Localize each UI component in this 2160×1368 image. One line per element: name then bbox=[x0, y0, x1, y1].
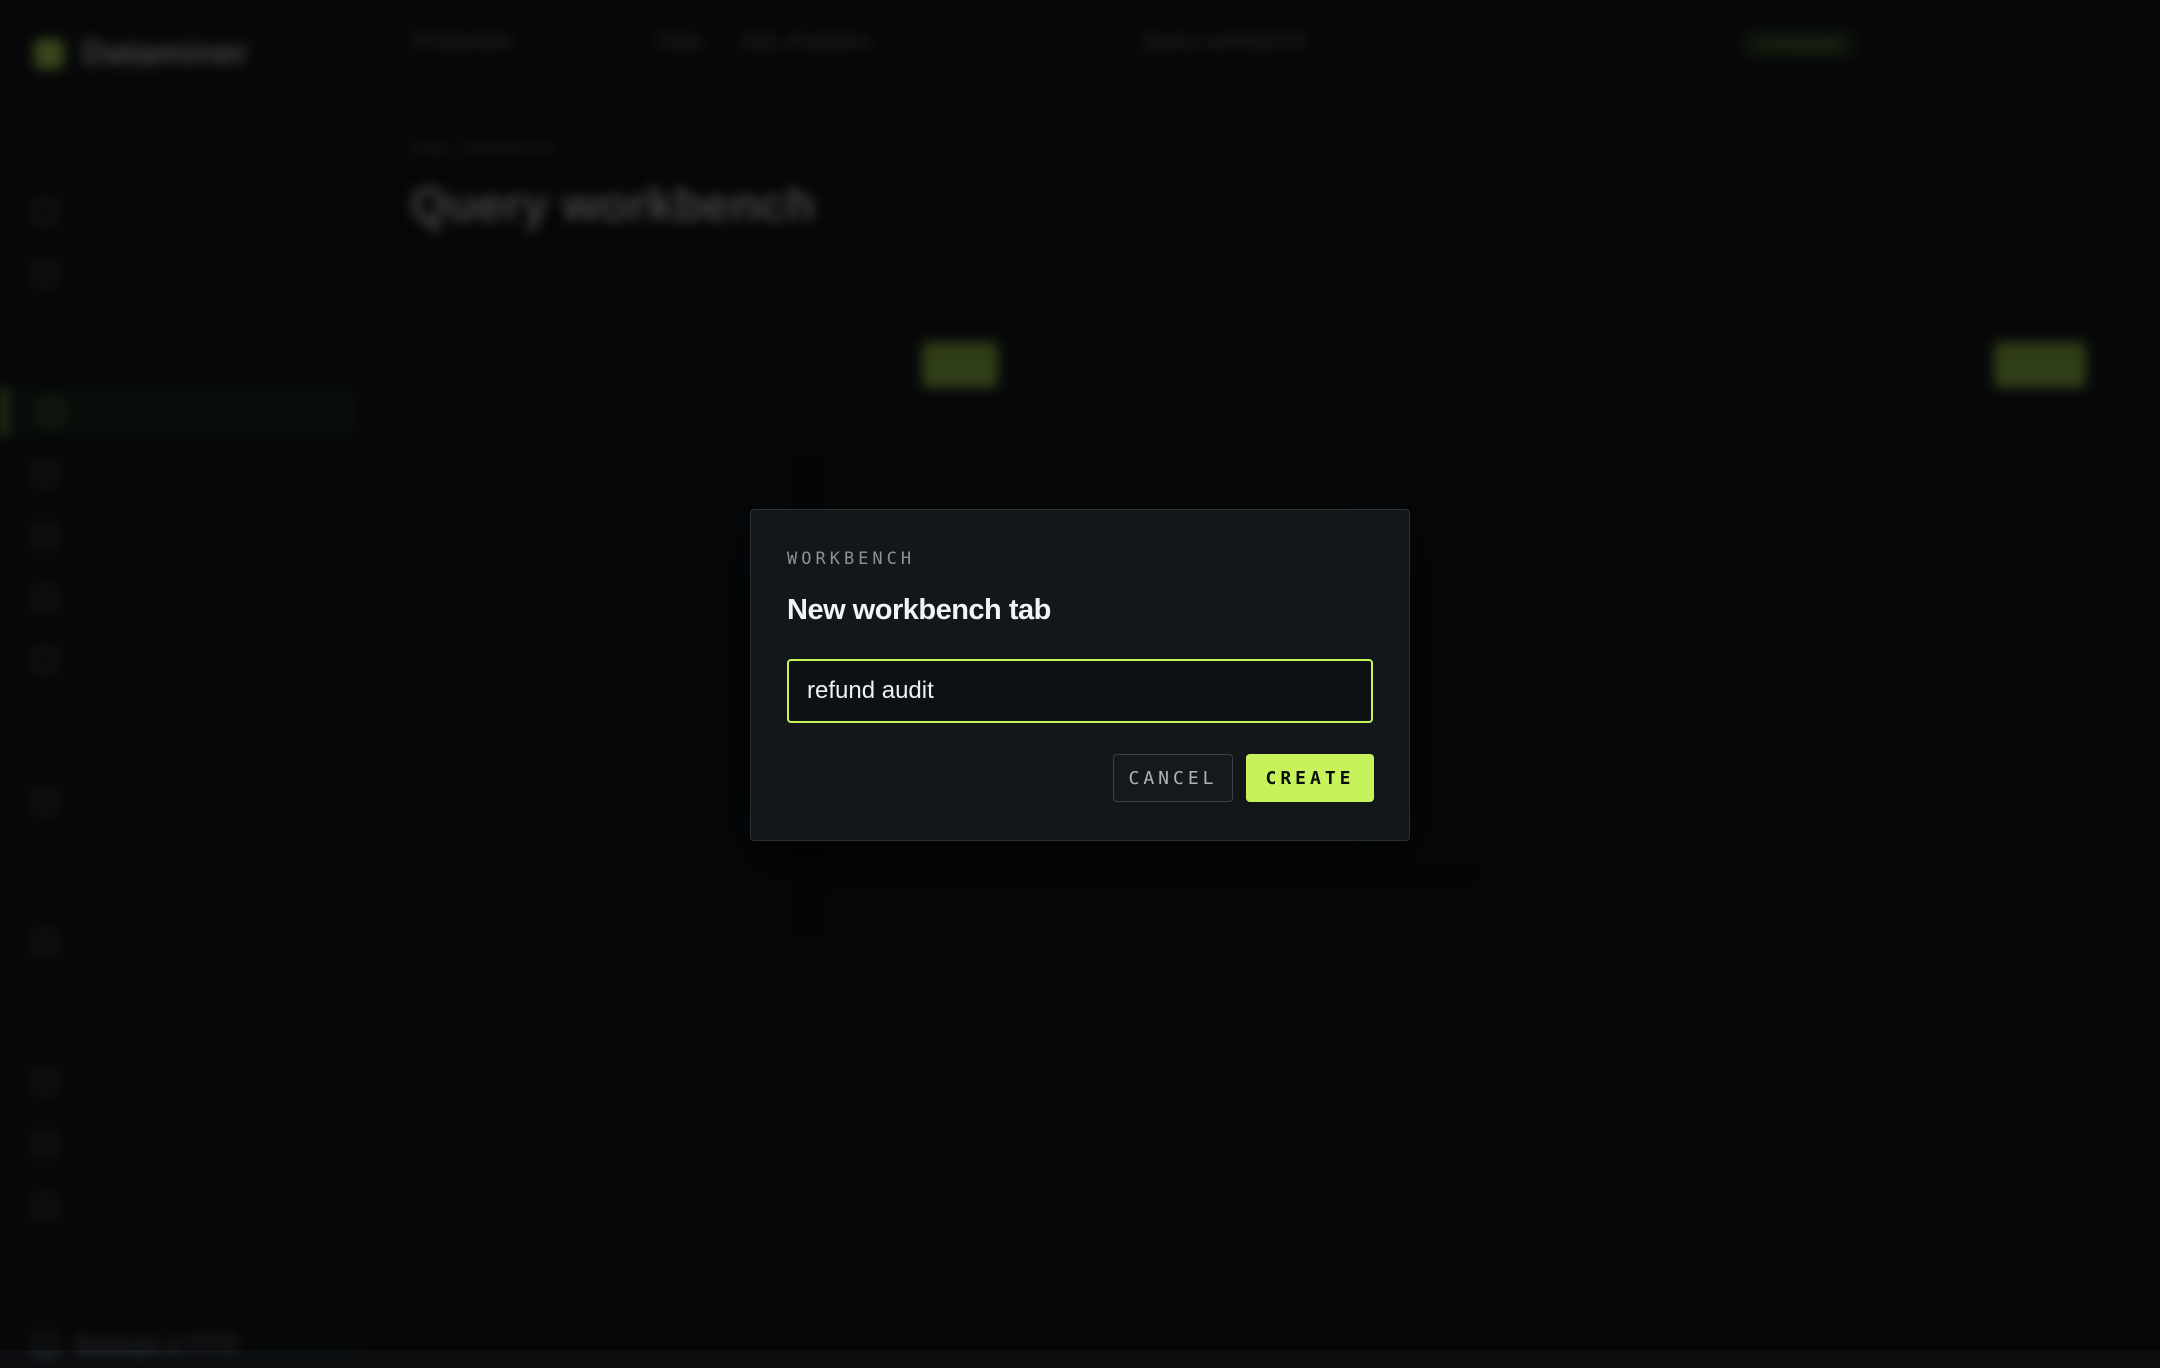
dialog-title: New workbench tab bbox=[787, 594, 1051, 626]
cancel-button[interactable]: CANCEL bbox=[1113, 754, 1233, 802]
tab-name-input[interactable] bbox=[787, 659, 1373, 723]
new-tab-dialog: WORKBENCH New workbench tab CANCEL CREAT… bbox=[750, 509, 1410, 841]
dialog-eyebrow: WORKBENCH bbox=[787, 549, 916, 569]
create-button[interactable]: CREATE bbox=[1246, 754, 1374, 802]
